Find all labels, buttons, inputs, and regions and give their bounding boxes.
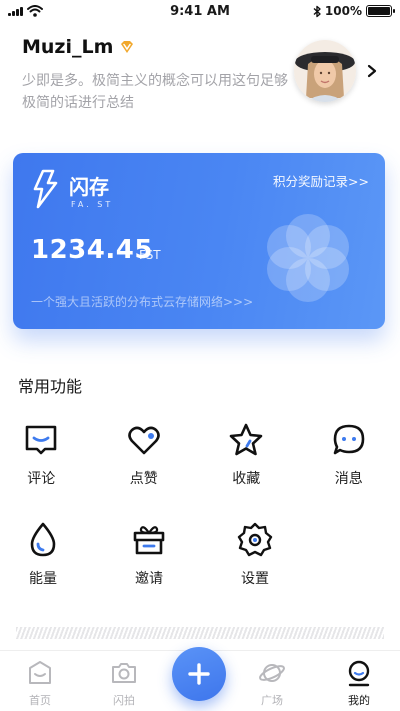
planet-icon [259,664,285,682]
camera-icon [112,663,136,683]
tab-flash-shoot[interactable]: 闪拍 [94,659,154,708]
drop-icon [30,522,56,557]
feature-comment[interactable]: 评论 [0,420,93,520]
flower-decoration [267,214,349,302]
rewards-record-link[interactable]: 积分奖励记录>> [273,171,369,190]
profile-bio: 少即是多。极简主义的概念可以用这句足够极简的话进行总结 [22,73,288,111]
star-icon [229,423,263,456]
profile-icon [348,660,370,687]
tab-label: 我的 [348,694,370,707]
status-bar: 9:41 AM 100% [0,0,400,24]
message-icon [333,424,365,455]
feature-message[interactable]: 消息 [298,420,400,520]
feature-label: 消息 [334,471,363,487]
vip-badge-icon [121,41,134,53]
heart-icon [127,426,160,455]
tab-mine[interactable]: 我的 [329,659,389,708]
create-button[interactable] [172,647,226,701]
fast-logo: 闪存 FA. ST [33,169,113,209]
feature-invite[interactable]: 邀请 [96,520,202,620]
feature-label: 收藏 [232,471,261,487]
tab-plaza[interactable]: 广场 [242,659,302,708]
tab-home[interactable]: 首页 [10,659,70,708]
network-tagline-link[interactable]: 一个强大且活跃的分布式云存储网络>>> [31,293,253,310]
hatched-divider [16,627,384,639]
balance-unit: FST [139,248,161,262]
battery-level [368,7,390,15]
gear-icon [237,522,273,557]
feature-label: 点赞 [129,471,158,487]
plus-icon [188,663,210,685]
feature-settings[interactable]: 设置 [202,520,308,620]
section-title-common-features: 常用功能 [18,377,83,396]
tab-label: 闪拍 [113,694,135,707]
balance-amount: 1234.45 [31,235,153,265]
feature-label: 能量 [29,571,57,587]
tab-label: 广场 [261,694,283,707]
feature-label: 邀请 [135,571,163,587]
battery-icon [366,5,395,17]
avatar-image [294,40,356,102]
feature-label: 评论 [27,471,56,487]
feature-row: 评论 点赞 收藏 消息 [0,420,400,520]
logo-subtext: FA. ST [71,200,113,209]
tab-label: 首页 [29,694,51,707]
battery-text: 100% [324,4,362,18]
balance-card[interactable]: 闪存 FA. ST 积分奖励记录>> 1234.45 FST 一个强大且活跃的分… [13,153,385,329]
feature-label: 设置 [241,571,269,587]
feature-grid: 评论 点赞 收藏 消息 能量 邀请 设置 [0,420,400,620]
status-right: 100% [313,4,395,18]
home-icon [29,661,51,684]
bluetooth-icon [313,5,321,17]
comment-icon [25,425,57,455]
feature-energy[interactable]: 能量 [0,520,96,620]
logo-text: 闪存 [69,175,109,199]
chevron-right-icon[interactable] [366,64,378,78]
avatar[interactable] [294,40,356,102]
gift-icon [133,526,165,555]
feature-like[interactable]: 点赞 [93,420,196,520]
feature-favorite[interactable]: 收藏 [195,420,298,520]
feature-row: 能量 邀请 设置 [0,520,400,620]
username: Muzi_Lm [22,36,114,58]
profile-header[interactable]: Muzi_Lm 少即是多。极简主义的概念可以用这句足够极简的话进行总结 [22,36,378,116]
